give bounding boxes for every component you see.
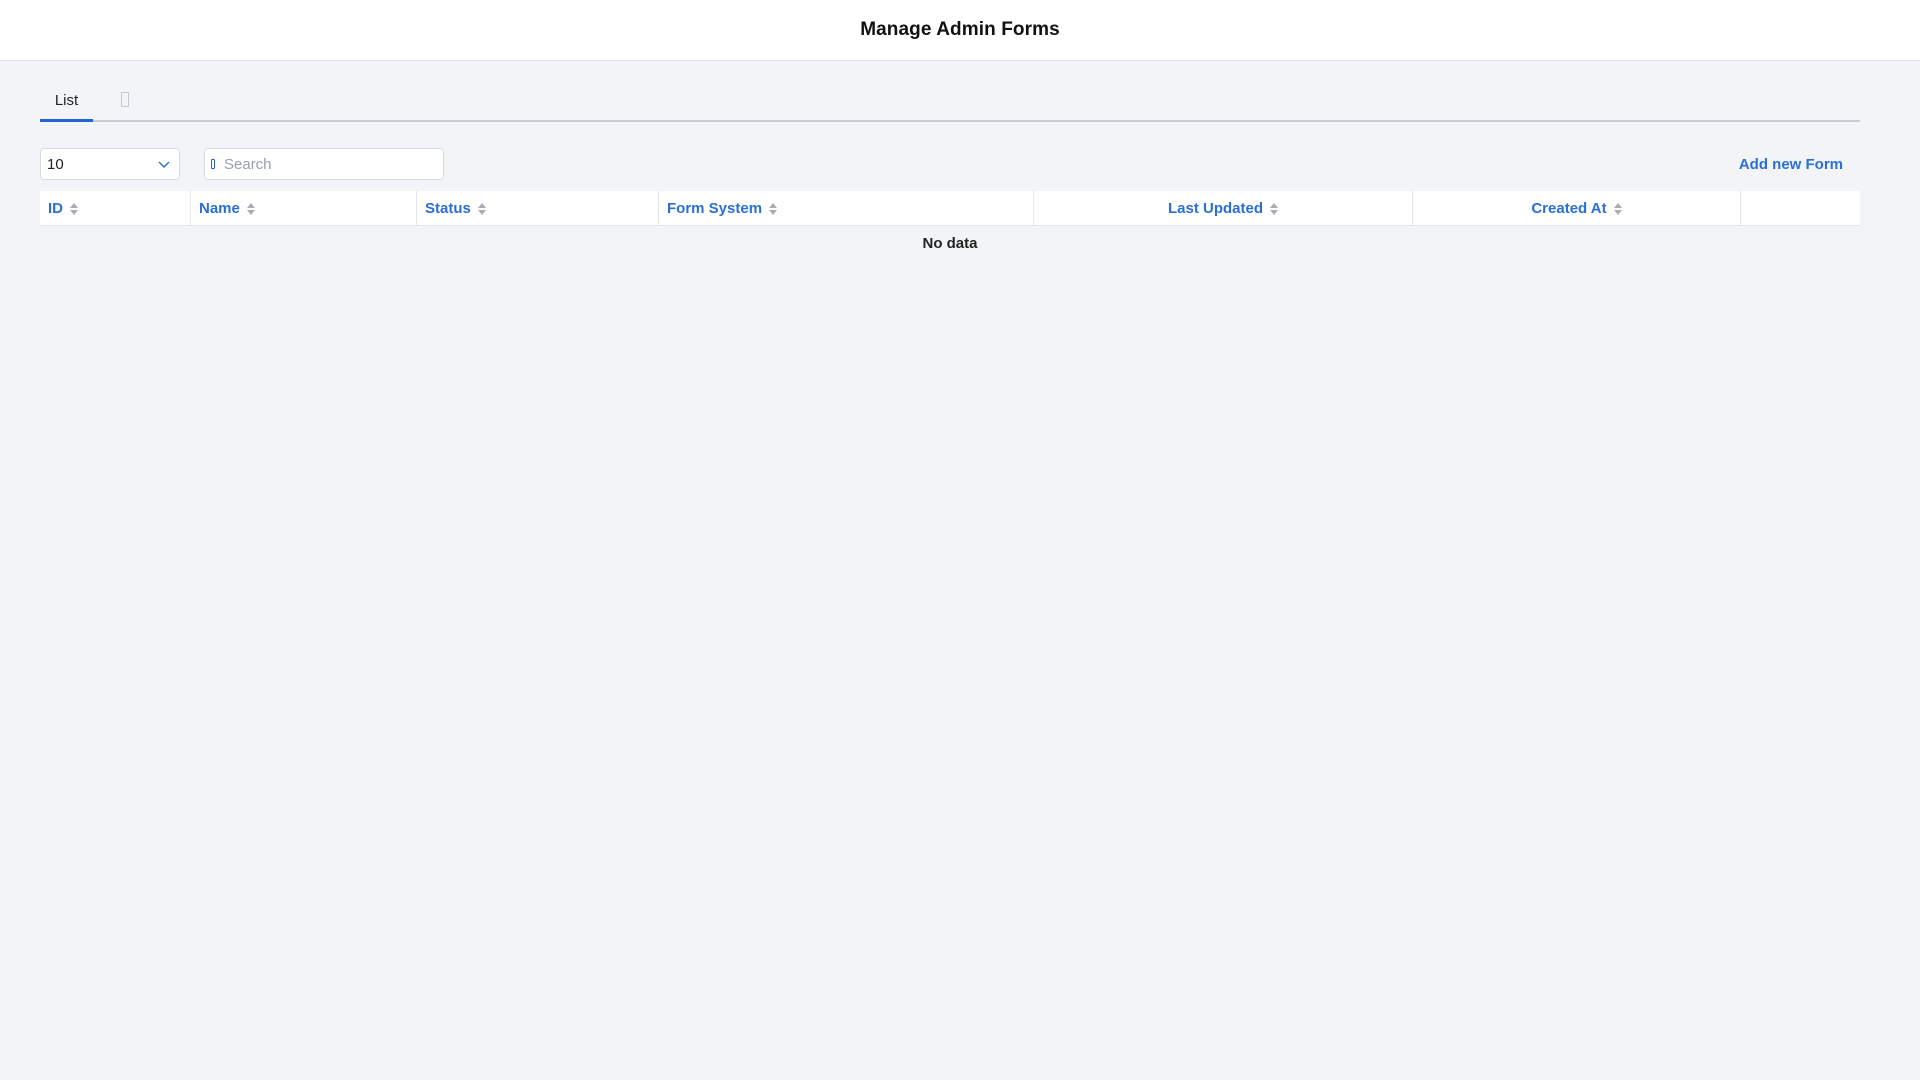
column-header-label: Form System: [667, 200, 763, 217]
column-header-last-updated[interactable]: Last Updated: [1034, 191, 1413, 226]
search-input[interactable]: [224, 155, 424, 173]
column-header-actions: [1741, 191, 1860, 226]
search-icon: [211, 159, 215, 169]
column-header-created-at[interactable]: Created At: [1413, 191, 1741, 226]
toolbar: 10 Add new Form: [40, 148, 1860, 180]
column-header-label: Last Updated: [1167, 200, 1263, 217]
forms-table: ID Name Status Form System Last Updated …: [40, 191, 1860, 260]
column-header-form-system[interactable]: Form System: [659, 191, 1034, 226]
sort-icon: [246, 202, 255, 215]
tab-list[interactable]: List: [40, 82, 93, 122]
sort-icon: [70, 202, 78, 215]
empty-state: No data: [922, 234, 978, 252]
page-size-value: 10: [47, 155, 64, 173]
top-bar: Manage Admin Forms: [0, 0, 1920, 61]
tab-bar: List: [40, 82, 1860, 122]
column-header-status[interactable]: Status: [417, 191, 659, 226]
sort-icon: [1613, 202, 1622, 215]
column-header-label: Name: [199, 200, 240, 217]
search-box[interactable]: [204, 148, 444, 180]
column-header-id[interactable]: ID: [40, 191, 191, 226]
page-size-select[interactable]: 10: [40, 148, 180, 180]
chevron-down-icon: [158, 161, 170, 168]
column-header-label: Created At: [1531, 200, 1607, 217]
column-header-label: ID: [48, 200, 63, 217]
table-header: ID Name Status Form System Last Updated …: [40, 191, 1860, 226]
page-title: Manage Admin Forms: [860, 19, 1060, 40]
sort-icon: [769, 202, 778, 215]
sort-icon: [1270, 202, 1278, 215]
document-icon: [121, 91, 129, 107]
tab-document[interactable]: [114, 82, 136, 122]
sort-icon: [477, 202, 486, 215]
column-header-name[interactable]: Name: [191, 191, 417, 226]
add-new-form-button[interactable]: Add new Form: [1739, 148, 1843, 180]
column-header-label: Status: [425, 200, 471, 217]
